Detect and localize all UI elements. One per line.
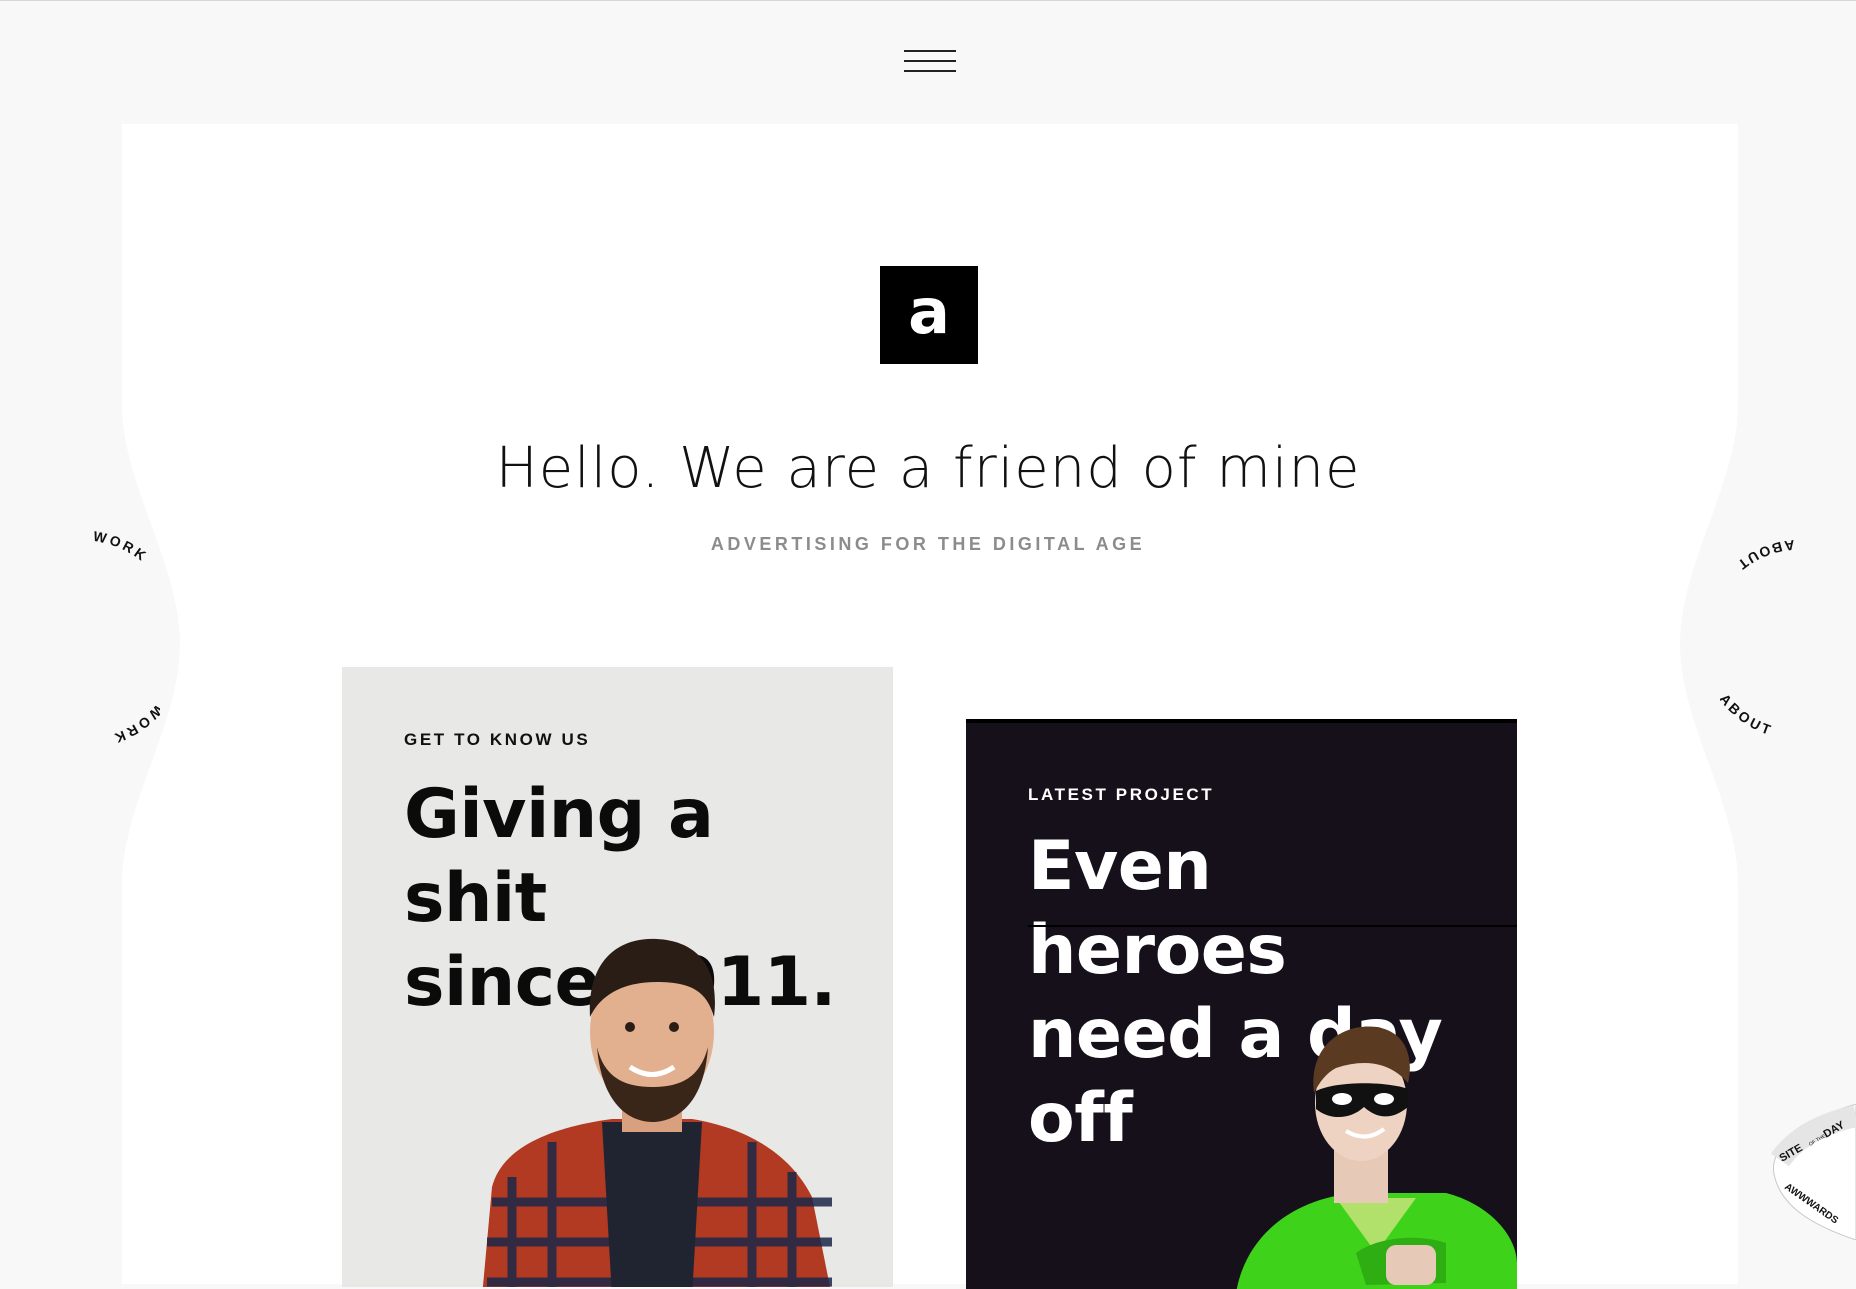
- work-label: WORK: [92, 528, 151, 565]
- logo-letter: a: [908, 275, 950, 348]
- about-label: ABOUT: [1720, 596, 1721, 661]
- about-label: ABOUT: [1733, 537, 1796, 574]
- menu-bar: [904, 70, 956, 72]
- about-title-line: Giving a shit: [404, 775, 714, 938]
- menu-bar: [904, 50, 956, 52]
- project-card-eyebrow: LATEST PROJECT: [1028, 785, 1215, 804]
- project-card[interactable]: LATEST PROJECT Even heroes need a day of…: [966, 719, 1517, 1289]
- awwwards-badge[interactable]: SITE OF THE DAY AWWWARDS: [1768, 1104, 1856, 1240]
- side-nav-about[interactable]: ABOUT ABOUT ABOUT: [1720, 520, 1840, 760]
- top-border: [0, 0, 1856, 1]
- right-edge-curve: [1680, 124, 1740, 1284]
- about-card[interactable]: GET TO KNOW US Giving a shit since 2011.: [342, 667, 893, 1287]
- about-label: ABOUT: [1720, 691, 1776, 739]
- hero-headline: Hello. We are a friend of mine: [495, 436, 1361, 501]
- hero-illustration-image: [1236, 1026, 1517, 1289]
- project-divider: [1028, 925, 1517, 927]
- side-nav-work[interactable]: WORK WORK WORK: [40, 520, 160, 760]
- work-label: WORK: [110, 702, 160, 747]
- brand-logo[interactable]: a: [880, 266, 978, 364]
- man-portrait-image: [482, 938, 832, 1287]
- project-title-line: Even heroes: [1028, 827, 1287, 990]
- menu-bar: [904, 60, 956, 62]
- hero-tagline: ADVERTISING FOR THE DIGITAL AGE: [710, 534, 1146, 554]
- hamburger-menu-icon[interactable]: [904, 48, 956, 76]
- about-card-eyebrow: GET TO KNOW US: [404, 730, 591, 749]
